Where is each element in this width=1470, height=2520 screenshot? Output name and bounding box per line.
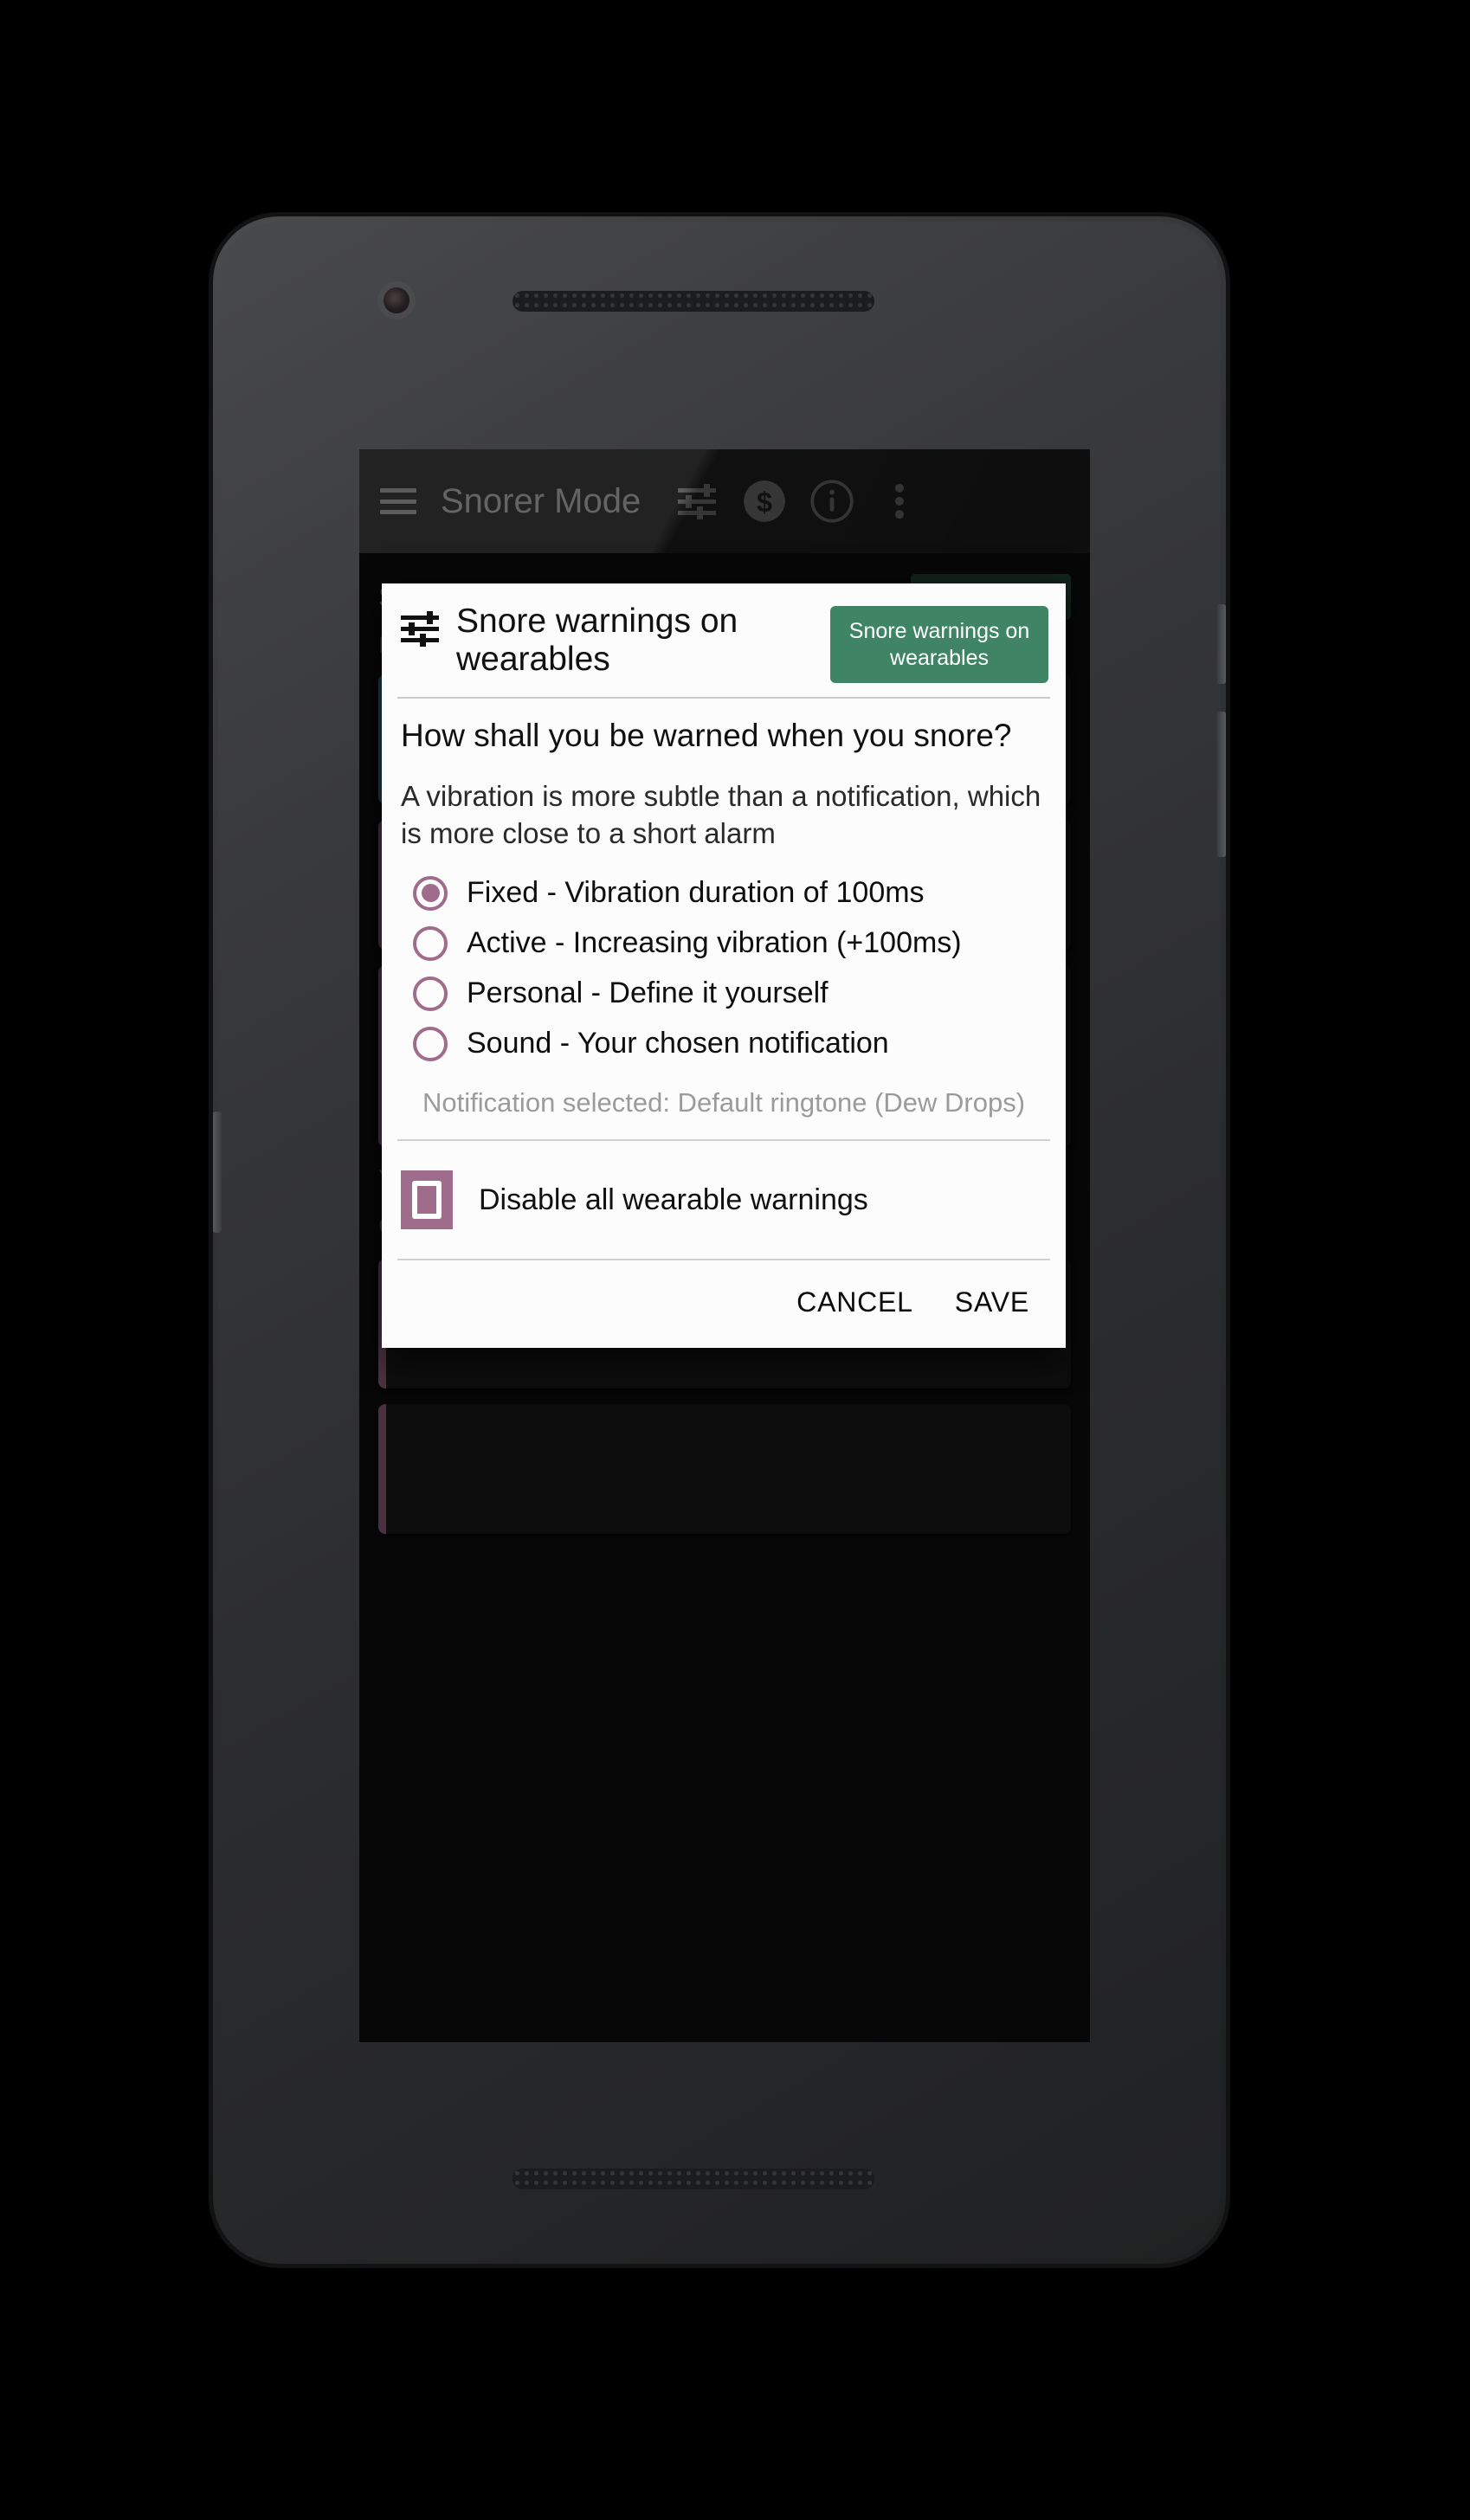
snore-warnings-dialog: Snore warnings on wearables Snore warnin… <box>382 583 1066 1348</box>
radio-button-icon[interactable] <box>413 1026 448 1061</box>
dialog-title: Snore warnings on wearables <box>456 603 738 678</box>
radio-option-personal[interactable]: Personal - Define it yourself <box>382 969 1066 1019</box>
phone-screen: Snorer Mode $ Snore warnings on wearable… <box>359 449 1090 2042</box>
dialog-question: How shall you be warned when you snore? <box>401 718 1012 753</box>
radio-option-sound[interactable]: Sound - Your chosen notification <box>382 1019 1066 1069</box>
selected-notification-note: Notification selected: Default ringtone … <box>422 1086 1026 1118</box>
dialog-actions: CANCEL SAVE <box>382 1260 1066 1348</box>
dialog-header: Snore warnings on wearables Snore warnin… <box>382 583 1066 683</box>
power-button[interactable] <box>1217 604 1226 684</box>
radio-button-icon[interactable] <box>413 976 448 1011</box>
checkbox-label: Disable all wearable warnings <box>479 1183 868 1216</box>
warning-mode-radio-group: Fixed - Vibration duration of 100ms Acti… <box>382 853 1066 1069</box>
phone-device: Snorer Mode $ Snore warnings on wearable… <box>213 216 1226 2264</box>
volume-button[interactable] <box>1217 712 1226 857</box>
radio-option-label: Personal - Define it yourself <box>467 976 828 1010</box>
cancel-button[interactable]: CANCEL <box>796 1286 913 1318</box>
phone-body: Snorer Mode $ Snore warnings on wearable… <box>213 222 1226 2259</box>
radio-button-icon[interactable] <box>413 875 448 911</box>
dialog-description: A vibration is more subtle than a notifi… <box>401 780 1041 849</box>
radio-option-label: Active - Increasing vibration (+100ms) <box>467 926 962 960</box>
radio-option-active[interactable]: Active - Increasing vibration (+100ms) <box>382 918 1066 969</box>
checkbox-icon[interactable] <box>401 1170 453 1229</box>
earpiece-speaker <box>513 291 874 312</box>
disable-warnings-checkbox-row[interactable]: Disable all wearable warnings <box>382 1141 1066 1259</box>
dialog-feature-chip[interactable]: Snore warnings on wearables <box>830 606 1048 683</box>
tune-sliders-icon <box>401 611 439 647</box>
radio-option-label: Fixed - Vibration duration of 100ms <box>467 876 925 910</box>
radio-option-fixed[interactable]: Fixed - Vibration duration of 100ms <box>382 868 1066 918</box>
left-side-button[interactable] <box>213 1112 222 1233</box>
bottom-speaker <box>513 2169 874 2189</box>
front-camera-icon <box>384 287 409 313</box>
radio-option-label: Sound - Your chosen notification <box>467 1027 889 1060</box>
radio-button-icon[interactable] <box>413 925 448 961</box>
save-button[interactable]: SAVE <box>955 1286 1029 1318</box>
